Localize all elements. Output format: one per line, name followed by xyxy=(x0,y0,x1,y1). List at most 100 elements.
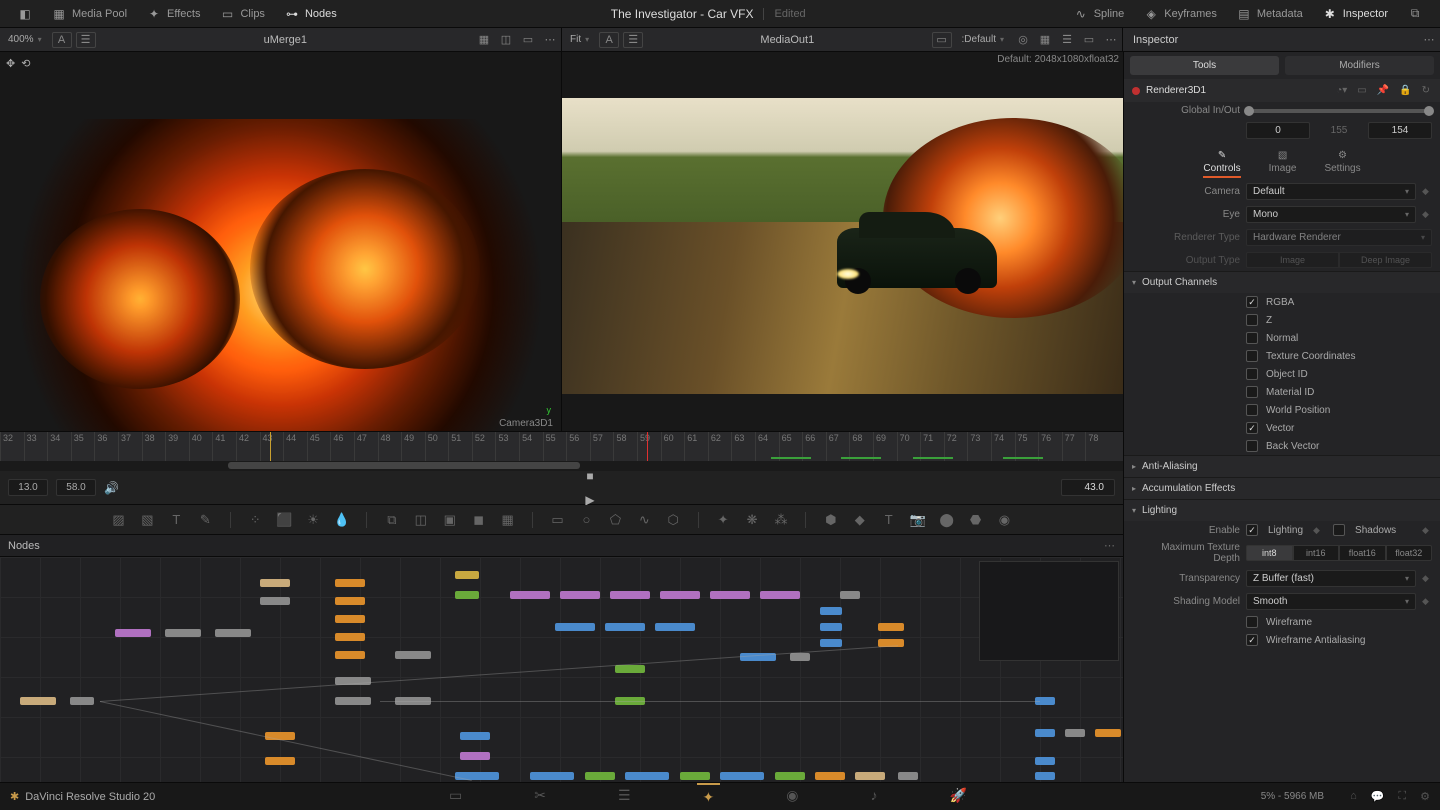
project-settings-icon[interactable]: ⚙ xyxy=(1420,790,1430,803)
page-cut[interactable]: ✂ xyxy=(528,783,552,810)
viewer-b-gain[interactable]: ◎ xyxy=(1012,29,1034,51)
timeline-scrollbar[interactable] xyxy=(0,461,1123,471)
timeline-tick[interactable]: 46 xyxy=(330,432,354,461)
timeline-tick[interactable]: 52 xyxy=(472,432,496,461)
playhead[interactable] xyxy=(647,432,648,461)
keyframes-button[interactable]: ◈Keyframes xyxy=(1134,0,1227,27)
viewer-b-sub[interactable]: ▭ xyxy=(932,32,952,48)
viewer-a-subview[interactable]: ◫ xyxy=(495,29,517,51)
light-tool-icon[interactable]: ⬤ xyxy=(938,511,955,529)
page-media[interactable]: ▭ xyxy=(443,783,468,810)
timeline-tick[interactable]: 48 xyxy=(378,432,402,461)
tab-modifiers[interactable]: Modifiers xyxy=(1285,56,1434,75)
eye-dropdown[interactable]: Mono▾ xyxy=(1246,206,1416,223)
inspector-node-header[interactable]: Renderer3D1 ◔▾ ▭ 📌 🔒 ↻ xyxy=(1124,79,1440,102)
viewer-a-mode-b[interactable]: ☰ xyxy=(76,32,96,48)
version-icon[interactable]: ◔▾ xyxy=(1334,85,1349,96)
nodes-panel-opts[interactable]: ⋯ xyxy=(1104,539,1115,552)
media-pool-button[interactable]: ▦Media Pool xyxy=(42,0,137,27)
inspector-opts[interactable]: ⋯ xyxy=(1418,29,1440,51)
global-in-field[interactable]: 0 xyxy=(1246,122,1310,139)
viewer-a-opts[interactable]: ⋯ xyxy=(539,29,561,51)
snapshot-icon[interactable]: ▭ xyxy=(1355,85,1368,96)
app-menu-button[interactable]: ◧ xyxy=(8,0,42,27)
timeline-tick[interactable]: 40 xyxy=(189,432,213,461)
channel-normal-checkbox[interactable] xyxy=(1246,332,1258,344)
node-minimap[interactable] xyxy=(979,561,1119,661)
lock-icon[interactable]: 🔒 xyxy=(1397,85,1413,96)
chat-icon[interactable]: 💬 xyxy=(1371,790,1385,803)
dual-screen-button[interactable]: ⧉ xyxy=(1398,0,1432,27)
viewer-b-opts[interactable]: ⋯ xyxy=(1100,29,1122,51)
ellipse-mask-icon[interactable]: ○ xyxy=(578,511,595,529)
prender-tool-icon[interactable]: ⁂ xyxy=(773,511,790,529)
viewer-a-mode-a[interactable]: A xyxy=(52,32,72,48)
tab-controls[interactable]: ✎Controls xyxy=(1203,150,1240,178)
bspline-mask-icon[interactable]: ∿ xyxy=(636,511,653,529)
viewer-b-guides[interactable]: ☰ xyxy=(1056,29,1078,51)
transform-tool-icon[interactable]: ◫ xyxy=(412,511,429,529)
timeline-tick[interactable]: 38 xyxy=(142,432,166,461)
timeline-tick[interactable]: 49 xyxy=(401,432,425,461)
text3d-tool-icon[interactable]: T xyxy=(880,511,897,529)
scrollbar-thumb[interactable] xyxy=(228,462,580,469)
channel-rgba-checkbox[interactable] xyxy=(1246,296,1258,308)
transparency-dropdown[interactable]: Z Buffer (fast)▾ xyxy=(1246,570,1416,587)
range-in-field[interactable]: 13.0 xyxy=(8,479,48,496)
timeline-tick[interactable]: 39 xyxy=(165,432,189,461)
output-channels-header[interactable]: ▾Output Channels xyxy=(1124,271,1440,293)
page-edit[interactable]: ☰ xyxy=(612,783,637,810)
output-type-segment[interactable]: ImageDeep Image xyxy=(1246,252,1432,268)
shading-keyframe[interactable] xyxy=(1422,596,1432,607)
viewer-b-zoom[interactable]: Fit▾ xyxy=(562,34,597,45)
wand-mask-icon[interactable]: ⬡ xyxy=(665,511,682,529)
timeline-tick[interactable]: 37 xyxy=(118,432,142,461)
timeline-tick[interactable]: 45 xyxy=(307,432,331,461)
wireframe-aa-checkbox[interactable] xyxy=(1246,634,1258,646)
rotate-tool-icon[interactable]: ⟲ xyxy=(21,57,30,70)
timeline-tick[interactable]: 47 xyxy=(354,432,378,461)
brightness-tool-icon[interactable]: ☀ xyxy=(305,511,322,529)
timeline-tick[interactable]: 55 xyxy=(543,432,567,461)
move-tool-icon[interactable]: ✥ xyxy=(6,57,15,70)
global-range-slider[interactable] xyxy=(1246,109,1432,113)
viewer-b-mode-b[interactable]: ☰ xyxy=(623,32,643,48)
shading-dropdown[interactable]: Smooth▾ xyxy=(1246,593,1416,610)
viewer-b-mode-a[interactable]: A xyxy=(599,32,619,48)
viewer-b-rect[interactable]: ▭ xyxy=(1078,29,1100,51)
tab-tools[interactable]: Tools xyxy=(1130,56,1279,75)
text-tool-icon[interactable]: T xyxy=(168,511,185,529)
anti-aliasing-header[interactable]: ▸Anti-Aliasing xyxy=(1124,455,1440,477)
paint-tool-icon[interactable]: ✎ xyxy=(197,511,214,529)
channel-texture coordinates-checkbox[interactable] xyxy=(1246,350,1258,362)
channel-back vector-checkbox[interactable] xyxy=(1246,440,1258,452)
effects-button[interactable]: ✦Effects xyxy=(137,0,210,27)
channel-world position-checkbox[interactable] xyxy=(1246,404,1258,416)
shadows-keyframe[interactable] xyxy=(1422,525,1432,536)
camera-keyframe[interactable] xyxy=(1422,186,1432,197)
timeline-tick[interactable]: 63 xyxy=(731,432,755,461)
timeline-tick[interactable]: 57 xyxy=(590,432,614,461)
viewer-a-snapshot[interactable]: ▦ xyxy=(473,29,495,51)
timeline-tick[interactable]: 61 xyxy=(684,432,708,461)
merge-tool-icon[interactable]: ⧉ xyxy=(383,511,400,529)
channel-material id-checkbox[interactable] xyxy=(1246,386,1258,398)
pemitter-tool-icon[interactable]: ❋ xyxy=(744,511,761,529)
timeline-tick[interactable]: 34 xyxy=(47,432,71,461)
pin-icon[interactable]: 📌 xyxy=(1375,85,1391,96)
image3d-tool-icon[interactable]: ◆ xyxy=(851,511,868,529)
page-deliver[interactable]: 🚀 xyxy=(944,783,973,810)
timeline-tick[interactable]: 32 xyxy=(0,432,24,461)
transparency-keyframe[interactable] xyxy=(1422,573,1432,584)
background-tool-icon[interactable]: ▨ xyxy=(110,511,127,529)
fastnoise-tool-icon[interactable]: ▧ xyxy=(139,511,156,529)
audio-icon[interactable]: 🔊 xyxy=(104,481,119,495)
renderer3d-tool-icon[interactable]: ◉ xyxy=(996,511,1013,529)
timeline-tick[interactable]: 53 xyxy=(495,432,519,461)
page-fusion[interactable]: ✦ xyxy=(697,783,721,810)
wireframe-checkbox[interactable] xyxy=(1246,616,1258,628)
timeline-ruler[interactable]: 3233343536373839404142434445464748495051… xyxy=(0,431,1123,461)
accumulation-header[interactable]: ▸Accumulation Effects xyxy=(1124,477,1440,499)
inspector-button[interactable]: ✱Inspector xyxy=(1313,0,1398,27)
shape3d-tool-icon[interactable]: ⬢ xyxy=(822,511,839,529)
